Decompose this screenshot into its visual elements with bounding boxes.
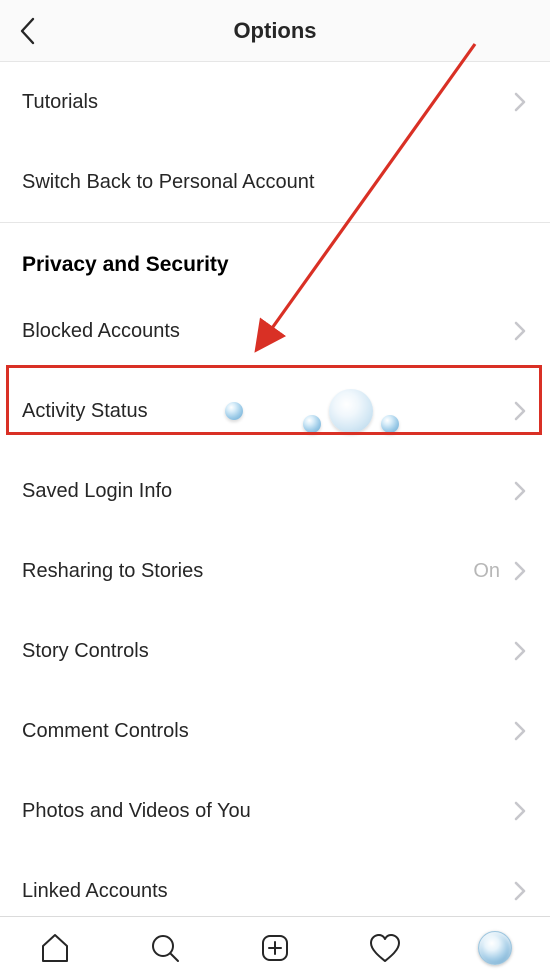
row-saved-login-info[interactable]: Saved Login Info: [0, 451, 550, 531]
row-photos-videos[interactable]: Photos and Videos of You: [0, 771, 550, 851]
row-blocked-accounts[interactable]: Blocked Accounts: [0, 291, 550, 371]
row-label: Switch Back to Personal Account: [22, 171, 314, 194]
chevron-right-icon: [512, 641, 528, 661]
row-label: Activity Status: [22, 400, 148, 423]
row-value: On: [473, 560, 500, 583]
row-label: Photos and Videos of You: [22, 800, 251, 823]
section-header-privacy: Privacy and Security: [0, 222, 550, 291]
page-title: Options: [233, 18, 316, 44]
row-comment-controls[interactable]: Comment Controls: [0, 691, 550, 771]
section-title: Privacy and Security: [22, 253, 528, 277]
home-icon: [39, 932, 71, 964]
row-label: Tutorials: [22, 91, 98, 114]
chevron-right-icon: [512, 92, 528, 112]
chevron-right-icon: [512, 481, 528, 501]
watermark-logo: [225, 389, 399, 433]
chevron-right-icon: [512, 801, 528, 821]
chevron-right-icon: [512, 401, 528, 421]
chevron-right-icon: [512, 721, 528, 741]
row-label: Resharing to Stories: [22, 560, 203, 583]
row-story-controls[interactable]: Story Controls: [0, 611, 550, 691]
tab-search[interactable]: [110, 917, 220, 978]
row-label: Comment Controls: [22, 720, 189, 743]
plus-square-icon: [259, 932, 291, 964]
row-linked-accounts[interactable]: Linked Accounts: [0, 851, 550, 916]
header-bar: Options: [0, 0, 550, 62]
chevron-right-icon: [512, 561, 528, 581]
row-label: Linked Accounts: [22, 880, 168, 903]
tab-new-post[interactable]: [220, 917, 330, 978]
tab-profile[interactable]: [440, 917, 550, 978]
chevron-left-icon: [19, 17, 36, 45]
tab-home[interactable]: [0, 917, 110, 978]
options-list: Tutorials Switch Back to Personal Accoun…: [0, 62, 550, 916]
tab-activity[interactable]: [330, 917, 440, 978]
search-icon: [149, 932, 181, 964]
bottom-tab-bar: [0, 916, 550, 978]
row-tutorials[interactable]: Tutorials: [0, 62, 550, 142]
row-resharing-stories[interactable]: Resharing to Stories On: [0, 531, 550, 611]
chevron-right-icon: [512, 321, 528, 341]
back-button[interactable]: [14, 18, 40, 44]
row-label: Blocked Accounts: [22, 320, 180, 343]
profile-avatar: [478, 931, 512, 965]
chevron-right-icon: [512, 881, 528, 901]
row-label: Saved Login Info: [22, 480, 172, 503]
row-switch-account[interactable]: Switch Back to Personal Account: [0, 142, 550, 222]
heart-icon: [368, 932, 402, 964]
row-label: Story Controls: [22, 640, 149, 663]
row-activity-status[interactable]: Activity Status: [0, 371, 550, 451]
